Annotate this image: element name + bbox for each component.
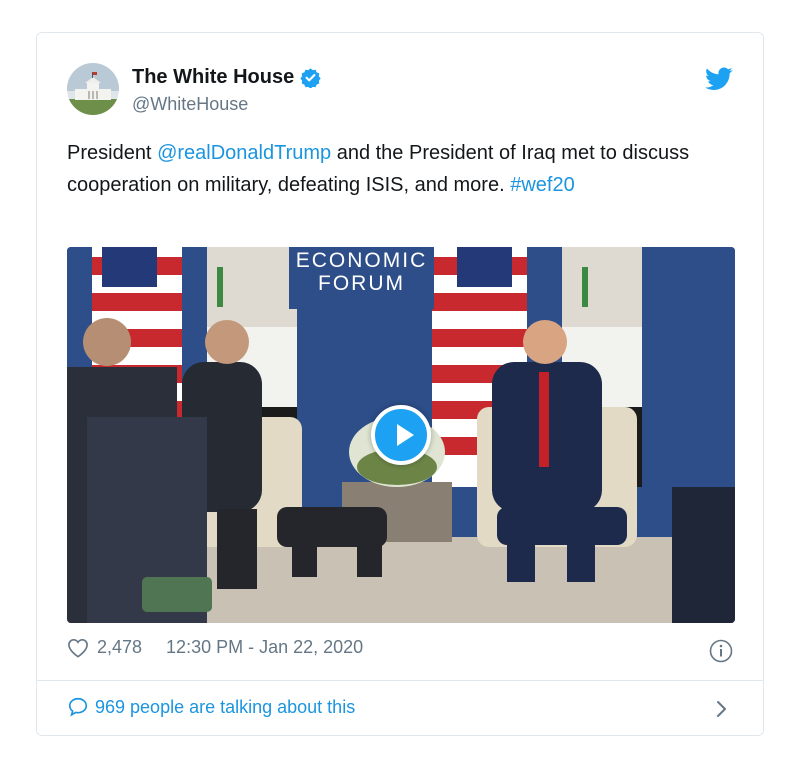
avatar[interactable] xyxy=(67,63,119,115)
comment-icon xyxy=(68,697,88,717)
verified-badge-icon xyxy=(300,68,321,88)
like-count[interactable]: 2,478 xyxy=(97,637,142,658)
tweet-card[interactable]: The White House @WhiteHouse President @r… xyxy=(36,32,764,736)
banner-text: ECONOMIC FORUM xyxy=(289,249,434,295)
heart-icon[interactable] xyxy=(67,638,89,658)
video-thumbnail[interactable]: ECONOMIC FORUM xyxy=(67,247,735,623)
tweet-text-lead: President xyxy=(67,142,158,164)
mention-link[interactable]: @realDonaldTrump xyxy=(157,142,331,164)
banner-line2: FORUM xyxy=(318,272,405,295)
divider xyxy=(37,680,763,681)
twitter-bird-icon[interactable] xyxy=(705,67,733,91)
info-icon[interactable] xyxy=(709,639,733,663)
tweet-text: President @realDonaldTrump and the Presi… xyxy=(67,137,737,201)
white-house-avatar xyxy=(67,63,119,115)
chevron-right-icon[interactable] xyxy=(715,699,729,719)
talking-text[interactable]: 969 people are talking about this xyxy=(95,697,355,718)
banner-line1: ECONOMIC xyxy=(295,249,428,272)
play-icon[interactable] xyxy=(371,405,431,465)
timestamp[interactable]: 12:30 PM - Jan 22, 2020 xyxy=(166,637,363,658)
conversation-link[interactable]: 969 people are talking about this xyxy=(67,696,355,718)
hashtag-link[interactable]: #wef20 xyxy=(510,174,575,196)
tweet-meta: 2,478 12:30 PM - Jan 22, 2020 xyxy=(67,637,363,658)
handle[interactable]: @WhiteHouse xyxy=(132,94,248,115)
display-name[interactable]: The White House xyxy=(132,66,294,89)
